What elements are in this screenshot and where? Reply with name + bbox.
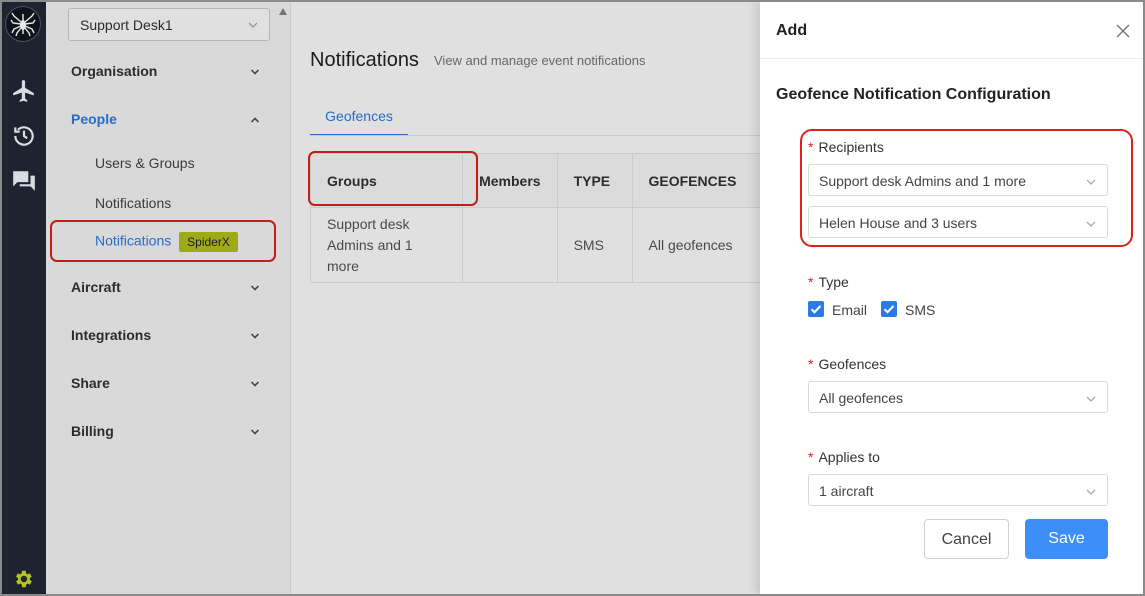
drawer-title: Add xyxy=(776,22,808,39)
settings-icon[interactable] xyxy=(12,568,34,594)
spider-logo-icon[interactable] xyxy=(5,6,41,42)
sms-checkbox-label: SMS xyxy=(905,302,936,318)
history-icon[interactable] xyxy=(11,123,37,149)
applies-to-label: * Applies to xyxy=(808,449,880,465)
required-mark: * xyxy=(808,356,814,372)
cancel-button[interactable]: Cancel xyxy=(924,519,1009,559)
checkbox-checked-icon xyxy=(808,301,824,318)
email-checkbox-label: Email xyxy=(832,302,868,318)
type-label-text: Type xyxy=(818,274,849,290)
save-button[interactable]: Save xyxy=(1025,519,1108,559)
chevron-down-icon xyxy=(1085,392,1097,408)
geofences-select[interactable]: All geofences xyxy=(808,381,1108,413)
email-checkbox[interactable]: Email xyxy=(808,301,868,319)
applies-to-label-text: Applies to xyxy=(818,449,880,465)
geofences-select-value: All geofences xyxy=(819,390,904,406)
applies-to-select-value: 1 aircraft xyxy=(819,483,874,499)
sms-checkbox[interactable]: SMS xyxy=(881,301,936,319)
section-title: Geofence Notification Configuration xyxy=(776,86,1051,103)
type-label: * Type xyxy=(808,274,849,290)
highlight-annotation xyxy=(800,129,1133,247)
required-mark: * xyxy=(808,449,814,465)
add-drawer: Add Geofence Notification Configuration … xyxy=(760,2,1143,594)
geofences-label: * Geofences xyxy=(808,356,886,372)
chevron-down-icon xyxy=(1085,485,1097,501)
applies-to-select[interactable]: 1 aircraft xyxy=(808,474,1108,506)
modal-backdrop[interactable] xyxy=(46,2,760,594)
drawer-header: Add xyxy=(760,2,1143,59)
chat-icon[interactable] xyxy=(11,168,37,194)
close-icon[interactable] xyxy=(1116,24,1130,43)
checkbox-checked-icon xyxy=(881,301,897,318)
geofences-label-text: Geofences xyxy=(818,356,887,372)
app-window: Support Desk1 Organisation People Users … xyxy=(0,0,1145,596)
required-mark: * xyxy=(808,274,814,290)
icon-rail xyxy=(2,2,53,594)
airplane-icon[interactable] xyxy=(11,78,37,104)
